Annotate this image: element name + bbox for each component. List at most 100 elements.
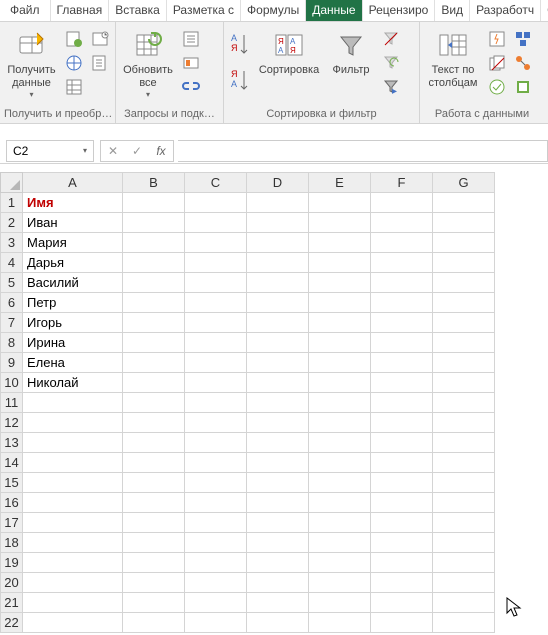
cell[interactable] [371, 353, 433, 373]
advanced-filter-button[interactable]: ▸ [380, 76, 402, 98]
cell[interactable] [123, 573, 185, 593]
cell[interactable] [433, 453, 495, 473]
cell[interactable] [433, 613, 495, 633]
cell[interactable] [247, 433, 309, 453]
cell[interactable] [23, 573, 123, 593]
name-box[interactable]: C2 ▾ [6, 140, 94, 162]
cell[interactable] [247, 193, 309, 213]
cell[interactable] [185, 193, 247, 213]
recent-sources-button[interactable] [89, 28, 111, 50]
cell[interactable] [309, 553, 371, 573]
cell[interactable] [185, 393, 247, 413]
cell[interactable] [309, 533, 371, 553]
cell[interactable] [247, 233, 309, 253]
cell[interactable] [185, 453, 247, 473]
cell[interactable] [309, 333, 371, 353]
col-header-E[interactable]: E [309, 173, 371, 193]
flash-fill-button[interactable] [486, 28, 508, 50]
col-header-B[interactable]: B [123, 173, 185, 193]
cell[interactable] [309, 393, 371, 413]
remove-duplicates-button[interactable] [486, 52, 508, 74]
cell[interactable]: Ирина [23, 333, 123, 353]
row-header[interactable]: 4 [1, 253, 23, 273]
col-header-D[interactable]: D [247, 173, 309, 193]
row-header[interactable]: 19 [1, 553, 23, 573]
cell[interactable] [247, 293, 309, 313]
cell[interactable] [433, 433, 495, 453]
cell[interactable] [123, 193, 185, 213]
cell[interactable] [309, 313, 371, 333]
cell[interactable] [309, 373, 371, 393]
cell[interactable] [433, 233, 495, 253]
cell[interactable] [371, 553, 433, 573]
row-header[interactable]: 5 [1, 273, 23, 293]
cell[interactable] [309, 613, 371, 633]
cell[interactable] [23, 393, 123, 413]
row-header[interactable]: 8 [1, 333, 23, 353]
cell[interactable] [433, 353, 495, 373]
cell[interactable] [185, 593, 247, 613]
cell[interactable] [23, 613, 123, 633]
col-header-C[interactable]: C [185, 173, 247, 193]
cell[interactable] [371, 573, 433, 593]
cell[interactable] [247, 593, 309, 613]
row-header[interactable]: 13 [1, 433, 23, 453]
enter-button[interactable]: ✓ [125, 141, 149, 161]
cell[interactable] [371, 473, 433, 493]
cell[interactable] [309, 593, 371, 613]
cell[interactable] [123, 453, 185, 473]
cell[interactable]: Игорь [23, 313, 123, 333]
cell[interactable] [247, 333, 309, 353]
cell[interactable] [309, 433, 371, 453]
cell[interactable] [123, 333, 185, 353]
cell[interactable] [185, 553, 247, 573]
cell[interactable] [123, 413, 185, 433]
cell[interactable] [433, 213, 495, 233]
col-header-A[interactable]: A [23, 173, 123, 193]
cell[interactable] [309, 293, 371, 313]
cell[interactable] [185, 433, 247, 453]
row-header[interactable]: 9 [1, 353, 23, 373]
cell[interactable] [371, 453, 433, 473]
cell[interactable] [371, 193, 433, 213]
cell[interactable] [309, 513, 371, 533]
row-header[interactable]: 16 [1, 493, 23, 513]
cell[interactable] [247, 453, 309, 473]
menu-tab-help[interactable]: Спра [541, 0, 548, 21]
cell[interactable] [123, 533, 185, 553]
menu-tab-layout[interactable]: Разметка с [167, 0, 241, 21]
row-header[interactable]: 10 [1, 373, 23, 393]
cell[interactable] [23, 433, 123, 453]
menu-tab-home[interactable]: Главная [51, 0, 110, 21]
cell[interactable] [247, 513, 309, 533]
existing-connections-button[interactable] [89, 52, 111, 74]
cell[interactable] [185, 613, 247, 633]
cell[interactable] [123, 593, 185, 613]
cell[interactable] [371, 213, 433, 233]
cell[interactable] [247, 373, 309, 393]
cell[interactable] [185, 493, 247, 513]
cell[interactable] [123, 553, 185, 573]
cell[interactable] [371, 593, 433, 613]
get-data-button[interactable]: Получить данные ▾ [4, 28, 59, 101]
cell[interactable] [309, 193, 371, 213]
properties-button[interactable] [180, 52, 202, 74]
row-header[interactable]: 14 [1, 453, 23, 473]
cell[interactable] [371, 233, 433, 253]
from-text-button[interactable] [63, 28, 85, 50]
cell[interactable] [23, 533, 123, 553]
cell[interactable] [433, 553, 495, 573]
cell[interactable] [123, 233, 185, 253]
cell[interactable] [185, 293, 247, 313]
cell[interactable] [123, 313, 185, 333]
cell[interactable] [309, 233, 371, 253]
cell[interactable] [433, 273, 495, 293]
reapply-button[interactable] [380, 52, 402, 74]
cell[interactable] [123, 473, 185, 493]
cell[interactable] [247, 533, 309, 553]
cell[interactable] [123, 213, 185, 233]
row-header[interactable]: 7 [1, 313, 23, 333]
cell[interactable] [23, 593, 123, 613]
cell[interactable] [123, 273, 185, 293]
cell[interactable] [309, 413, 371, 433]
